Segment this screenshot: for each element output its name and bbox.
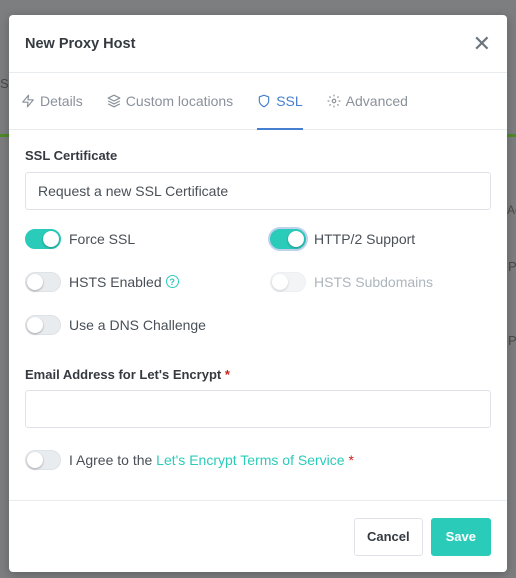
tab-details[interactable]: Details [21,73,83,129]
ssl-certificate-value: Request a new SSL Certificate [38,183,229,199]
required-mark: * [224,367,230,382]
layers-icon [107,94,121,108]
bolt-icon [22,94,34,108]
background-text: P [508,259,516,274]
cancel-button[interactable]: Cancel [353,517,423,556]
modal-header: New Proxy Host ✕ [9,15,507,73]
help-icon[interactable]: ? [165,275,179,288]
agree-terms-option: I Agree to the Let's Encrypt Terms of Se… [25,450,491,470]
force-ssl-option: Force SSL [25,224,270,253]
dns-challenge-option: Use a DNS Challenge [25,310,270,339]
toggle-knob [27,452,43,468]
toggle-knob [27,316,43,333]
required-mark: * [348,452,354,468]
background-text: Ac [507,203,516,217]
tab-bar: Details Custom locations SSL Advanced [9,73,507,130]
modal-title: New Proxy Host [25,35,136,52]
tab-ssl[interactable]: SSL [257,73,304,130]
email-label-text: Email Address for Let's Encrypt [25,367,222,382]
save-button[interactable]: Save [430,517,491,556]
shield-icon [258,94,270,108]
http2-toggle[interactable] [270,228,306,249]
email-label: Email Address for Let's Encrypt * [25,367,491,382]
close-icon[interactable]: ✕ [473,32,491,55]
terms-of-service-link[interactable]: Let's Encrypt Terms of Service [156,452,344,468]
hsts-option: HSTS Enabled ? [25,267,270,296]
tab-advanced[interactable]: Advanced [327,73,408,129]
background-text: P [508,333,516,348]
email-input[interactable] [25,390,491,428]
toggle-knob [288,230,304,247]
hsts-subdomains-option: HSTS Subdomains [270,267,490,296]
ssl-certificate-label: SSL Certificate [25,148,118,163]
toggle-knob [27,273,43,290]
hsts-toggle[interactable] [25,271,61,292]
tab-label: Details [40,93,83,109]
force-ssl-toggle[interactable] [25,228,61,249]
agree-prefix: I Agree to the [69,452,157,468]
gear-icon [327,94,341,108]
http2-label: HTTP/2 Support [314,230,416,247]
agree-terms-label: I Agree to the Let's Encrypt Terms of Se… [69,452,354,468]
http2-option: HTTP/2 Support [270,224,490,253]
toggle-knob [272,273,288,290]
hsts-label: HSTS Enabled [69,273,162,290]
ssl-form: SSL Certificate Request a new SSL Certif… [9,130,507,470]
ssl-options: Force SSL HTTP/2 Support HSTS Enabled ? … [25,224,491,339]
toggle-knob [43,230,59,247]
tab-label: SSL [276,93,303,109]
ssl-certificate-select[interactable]: Request a new SSL Certificate [25,172,491,210]
tab-custom-locations[interactable]: Custom locations [107,73,233,129]
hsts-subdomains-label: HSTS Subdomains [314,273,434,290]
hsts-subdomains-toggle[interactable] [270,271,306,292]
proxy-host-modal: New Proxy Host ✕ Details Custom location… [9,15,507,572]
tab-label: Custom locations [125,93,234,109]
force-ssl-label: Force SSL [69,230,136,247]
dns-challenge-label: Use a DNS Challenge [69,316,206,333]
dns-challenge-toggle[interactable] [25,314,61,335]
agree-terms-toggle[interactable] [25,450,61,470]
tab-label: Advanced [345,93,408,109]
modal-footer: Cancel Save [9,500,507,572]
